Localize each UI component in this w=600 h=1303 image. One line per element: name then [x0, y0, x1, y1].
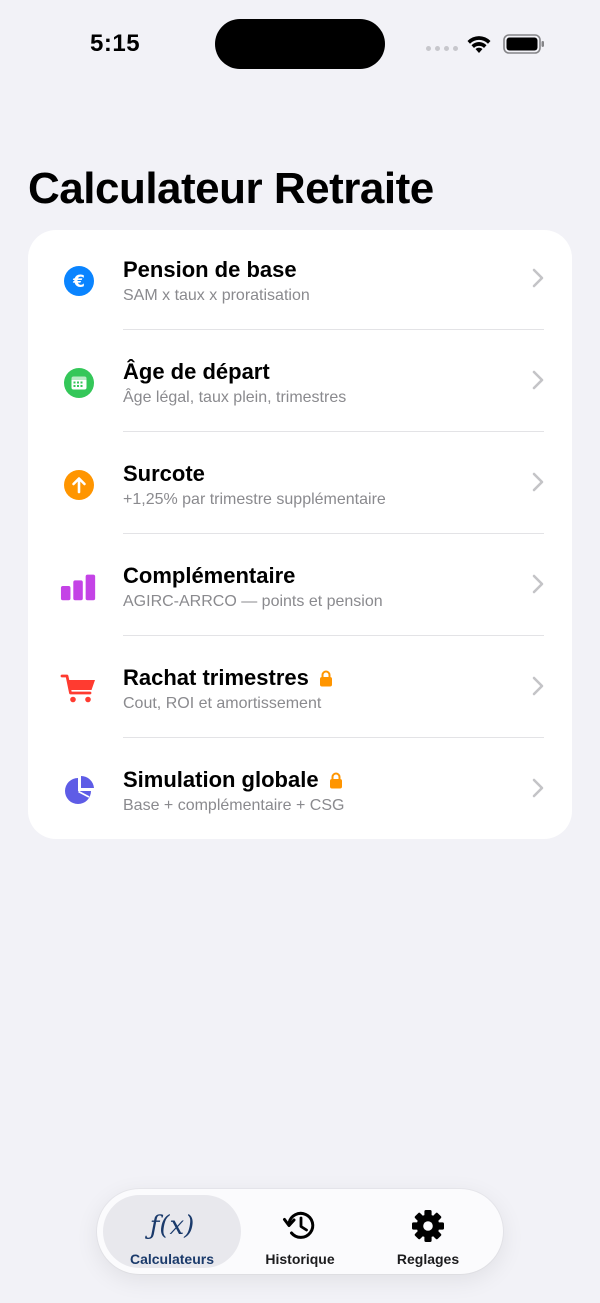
row-subtitle: SAM x taux x proratisation: [123, 287, 310, 304]
row-subtitle: +1,25% par trimestre supplémentaire: [123, 491, 386, 508]
battery-icon: [503, 34, 544, 54]
history-icon: [231, 1209, 369, 1243]
row-title: Surcote: [123, 461, 205, 486]
divider: [123, 635, 544, 636]
calculator-list: € Pension de base SAM x taux x proratisa…: [28, 230, 572, 839]
tab-bar: ƒ(x) Calculateurs Historique Reglages: [97, 1189, 503, 1274]
wifi-icon: [467, 36, 491, 53]
chevron-right-icon: [532, 676, 544, 696]
row-title: Âge de départ: [123, 359, 270, 384]
row-title: Pension de base: [123, 257, 297, 282]
dynamic-island: [215, 19, 385, 69]
divider: [123, 329, 544, 330]
chevron-right-icon: [532, 778, 544, 798]
calculator-row-rachat-trimestres[interactable]: Rachat trimestres Cout, ROI et amortisse…: [28, 638, 572, 740]
function-icon: ƒ(x): [149, 1211, 195, 1241]
tab-label: Reglages: [396, 1251, 460, 1267]
calculator-row-complementaire[interactable]: Complémentaire AGIRC-ARRCO — points et p…: [28, 536, 572, 638]
calculator-row-pension-de-base[interactable]: € Pension de base SAM x taux x proratisa…: [28, 230, 572, 332]
calculator-row-simulation-globale[interactable]: Simulation globale Base + complémentaire…: [28, 740, 572, 839]
divider: [123, 737, 544, 738]
bar-chart-icon: [60, 568, 98, 606]
divider: [123, 431, 544, 432]
arrow-up-icon: [60, 466, 98, 504]
calculator-row-age-de-depart[interactable]: Âge de départ Âge légal, taux plein, tri…: [28, 332, 572, 434]
calendar-icon: [60, 364, 98, 402]
page-title: Calculateur Retraite: [28, 164, 434, 213]
row-subtitle: Base + complémentaire + CSG: [123, 797, 345, 814]
calculator-row-surcote[interactable]: Surcote +1,25% par trimestre supplémenta…: [28, 434, 572, 536]
row-subtitle: AGIRC-ARRCO — points et pension: [123, 593, 383, 610]
tab-calculateurs[interactable]: ƒ(x) Calculateurs: [103, 1195, 241, 1268]
row-subtitle: Cout, ROI et amortissement: [123, 695, 322, 712]
pie-chart-icon: [60, 772, 98, 810]
euro-icon: €: [60, 262, 98, 300]
row-title: Complémentaire: [123, 563, 296, 588]
svg-text:€: €: [72, 272, 85, 292]
cellular-signal-icon: [426, 46, 458, 51]
chevron-right-icon: [532, 268, 544, 288]
divider: [123, 533, 544, 534]
row-subtitle: Âge légal, taux plein, trimestres: [123, 389, 347, 406]
lock-icon: [319, 670, 332, 686]
status-time: 5:15: [90, 30, 141, 57]
row-title: Simulation globale: [123, 767, 343, 793]
lock-icon: [329, 772, 342, 788]
chevron-right-icon: [532, 472, 544, 492]
chevron-right-icon: [532, 574, 544, 594]
cart-icon: [60, 670, 98, 708]
tab-label: Calculateurs: [129, 1251, 215, 1267]
tab-label: Historique: [265, 1251, 335, 1267]
tab-reglages[interactable]: Reglages: [359, 1195, 497, 1268]
row-title: Rachat trimestres: [123, 665, 333, 691]
tab-historique[interactable]: Historique: [231, 1195, 369, 1268]
gear-icon: [359, 1209, 497, 1243]
chevron-right-icon: [532, 370, 544, 390]
